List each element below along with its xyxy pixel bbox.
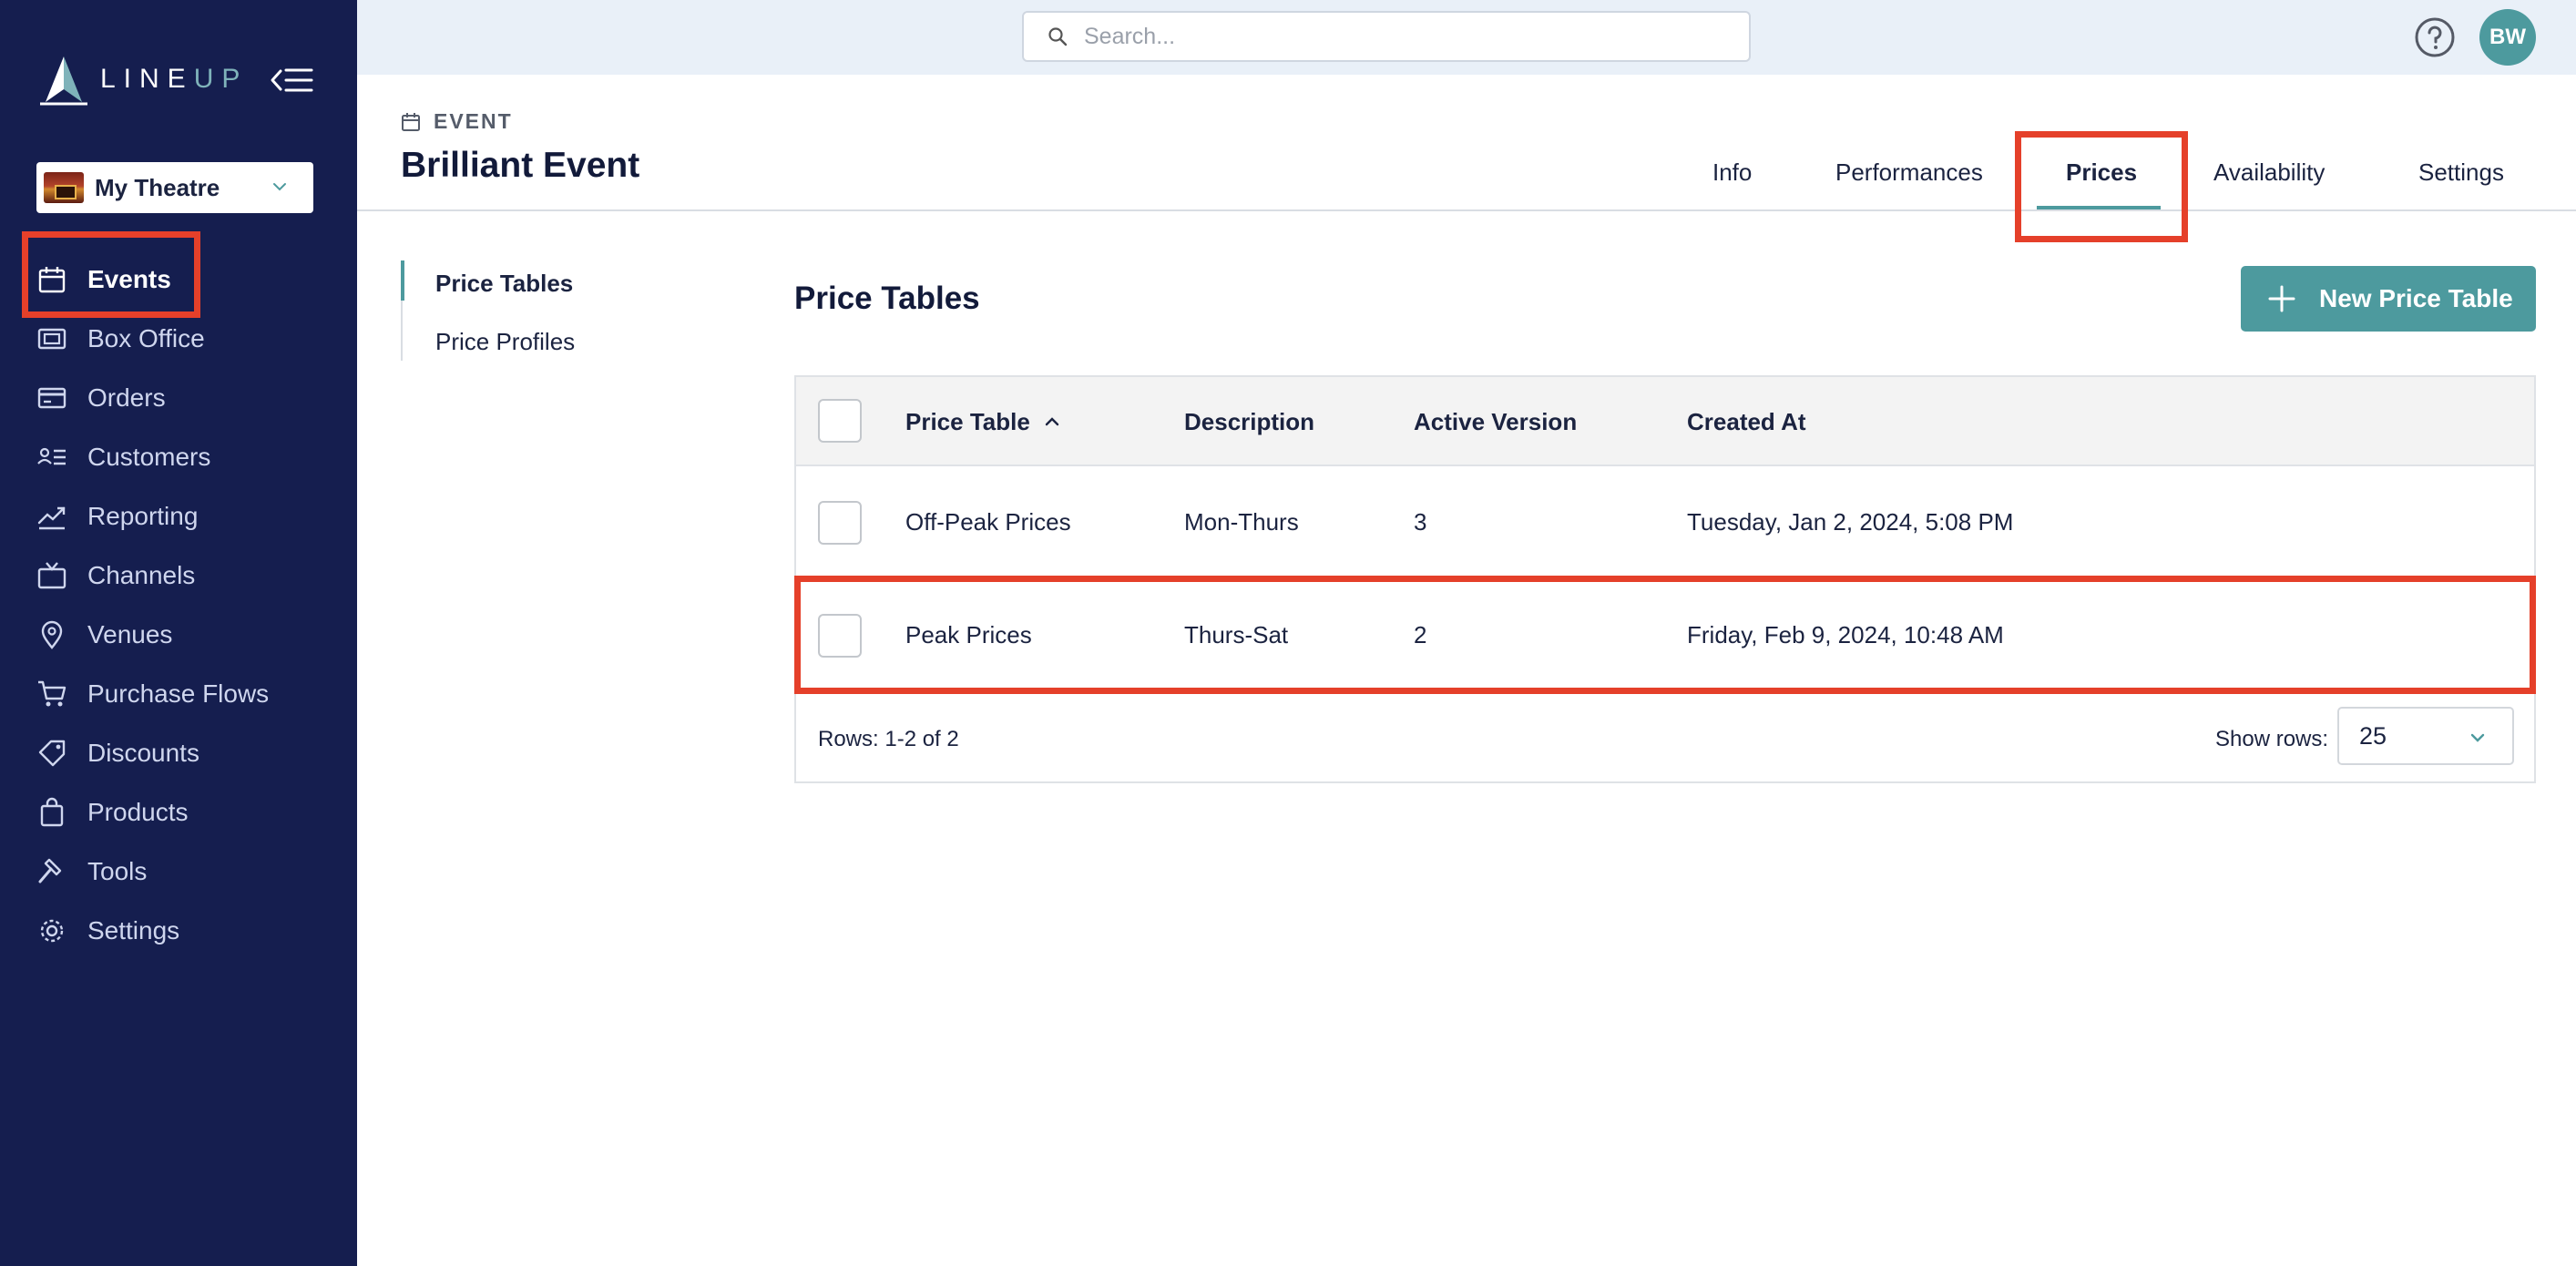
column-header-created-at[interactable]: Created At [1687, 408, 1806, 436]
contacts-icon [37, 447, 66, 465]
table-row[interactable]: Peak Prices Thurs-Sat 2 Friday, Feb 9, 2… [796, 579, 2534, 692]
collapse-sidebar-icon[interactable] [270, 66, 313, 95]
search-input[interactable] [1084, 23, 1703, 50]
chevron-down-icon [273, 183, 286, 191]
show-rows-label: Show rows: [2215, 727, 2329, 751]
row-checkbox[interactable] [818, 614, 862, 658]
cell-active-version: 3 [1414, 508, 1427, 536]
sidebar: LINEUP My Theatre Events Box Office Orde… [0, 0, 357, 1266]
sidebar-item-label: Discounts [87, 738, 199, 767]
credit-card-icon [37, 387, 66, 408]
rows-per-page-select[interactable]: 25 [2337, 707, 2514, 765]
cell-created-at: Friday, Feb 9, 2024, 10:48 AM [1687, 621, 2004, 648]
subnav-active-indicator [401, 260, 404, 301]
plus-icon [2268, 285, 2295, 312]
header-divider [357, 209, 2576, 211]
sidebar-item-tools[interactable]: Tools [0, 842, 357, 901]
tab-performances[interactable]: Performances [1835, 158, 1983, 187]
tab-availability[interactable]: Availability [2213, 158, 2325, 187]
row-checkbox[interactable] [818, 501, 862, 545]
event-kicker-label: EVENT [434, 109, 513, 133]
cell-created-at: Tuesday, Jan 2, 2024, 5:08 PM [1687, 508, 2014, 536]
sidebar-item-label: Box Office [87, 323, 205, 352]
sort-ascending-icon[interactable] [1042, 412, 1062, 432]
help-icon[interactable] [2414, 16, 2456, 58]
calendar-icon [38, 266, 66, 292]
sidebar-item-label: Customers [87, 442, 211, 471]
table-header: Price Table Description Active Version C… [796, 377, 2534, 466]
column-header-description[interactable]: Description [1184, 408, 1314, 436]
top-bar: BW [357, 0, 2576, 75]
calendar-icon [402, 112, 420, 131]
cell-price-table[interactable]: Off-Peak Prices [905, 508, 1071, 536]
subnav-price-profiles[interactable]: Price Profiles [435, 328, 575, 356]
sidebar-item-label: Settings [87, 915, 180, 944]
tab-info[interactable]: Info [1712, 158, 1752, 187]
page-title: Brilliant Event [401, 146, 640, 185]
sidebar-item-purchase-flows[interactable]: Purchase Flows [0, 664, 357, 723]
sidebar-item-orders[interactable]: Orders [0, 368, 357, 427]
table-row[interactable]: Off-Peak Prices Mon-Thurs 3 Tuesday, Jan… [796, 466, 2534, 579]
new-price-table-button[interactable]: New Price Table [2241, 266, 2536, 332]
search-icon [1048, 27, 1068, 46]
new-price-table-label: New Price Table [2319, 284, 2513, 312]
sidebar-item-customers[interactable]: Customers [0, 427, 357, 486]
sidebar-item-label: Orders [87, 383, 166, 412]
sidebar-nav: Events Box Office Orders Customers Repor… [0, 250, 357, 960]
venue-selector[interactable]: My Theatre [36, 162, 313, 213]
cell-active-version: 2 [1414, 621, 1427, 648]
rows-per-page-value: 25 [2359, 721, 2387, 750]
price-tables-table: Price Table Description Active Version C… [794, 375, 2536, 783]
lineup-logo-icon [40, 56, 87, 106]
sidebar-item-products[interactable]: Products [0, 782, 357, 842]
lineup-logo[interactable]: LINEUP [36, 53, 248, 106]
subnav-price-tables[interactable]: Price Tables [435, 270, 573, 298]
cell-description: Thurs-Sat [1184, 621, 1289, 648]
sidebar-item-events[interactable]: Events [0, 250, 357, 309]
sidebar-item-label: Purchase Flows [87, 679, 270, 708]
column-header-price-table[interactable]: Price Table [905, 408, 1030, 436]
cell-price-table[interactable]: Peak Prices [905, 621, 1032, 649]
prices-subnav: Price Tables Price Profiles [401, 260, 638, 361]
rows-info: Rows: 1-2 of 2 [818, 727, 959, 751]
sidebar-item-reporting[interactable]: Reporting [0, 486, 357, 546]
location-pin-icon [41, 620, 63, 649]
highlight-prices-tab [2015, 131, 2188, 242]
column-header-active-version[interactable]: Active Version [1414, 408, 1577, 436]
section-title: Price Tables [794, 281, 980, 316]
table-footer: Rows: 1-2 of 2 Show rows: 25 [796, 692, 2534, 783]
tab-settings[interactable]: Settings [2418, 158, 2504, 187]
sidebar-item-label: Products [87, 797, 189, 826]
sidebar-item-discounts[interactable]: Discounts [0, 723, 357, 782]
sidebar-item-label: Events [87, 264, 171, 293]
tv-icon [37, 561, 66, 588]
sidebar-item-label: Channels [87, 560, 196, 589]
sidebar-item-box-office[interactable]: Box Office [0, 309, 357, 368]
cart-icon [38, 680, 66, 706]
gear-icon [40, 919, 64, 942]
logo-text-main: LINE [100, 64, 194, 94]
logo-text-accent: UP [193, 64, 249, 94]
trend-chart-icon [37, 506, 66, 529]
sidebar-item-channels[interactable]: Channels [0, 546, 357, 605]
event-kicker: EVENT [401, 109, 513, 134]
search-box[interactable] [1022, 11, 1751, 62]
sidebar-item-venues[interactable]: Venues [0, 605, 357, 664]
venue-thumbnail [44, 172, 84, 203]
sidebar-item-settings[interactable]: Settings [0, 901, 357, 960]
logo-text: LINEUP [100, 64, 248, 95]
sidebar-item-label: Tools [87, 856, 148, 885]
cell-description: Mon-Thurs [1184, 508, 1299, 536]
shopping-bag-icon [40, 797, 64, 826]
avatar[interactable]: BW [2479, 9, 2536, 66]
venue-name: My Theatre [95, 173, 220, 201]
tab-prices[interactable]: Prices [2066, 158, 2137, 187]
chevron-down-icon [2470, 733, 2485, 742]
sidebar-item-label: Reporting [87, 501, 199, 530]
ticket-icon [37, 328, 66, 349]
hammer-icon [38, 858, 62, 883]
select-all-checkbox[interactable] [818, 399, 862, 443]
sidebar-item-label: Venues [87, 619, 173, 648]
tag-icon [38, 740, 66, 766]
